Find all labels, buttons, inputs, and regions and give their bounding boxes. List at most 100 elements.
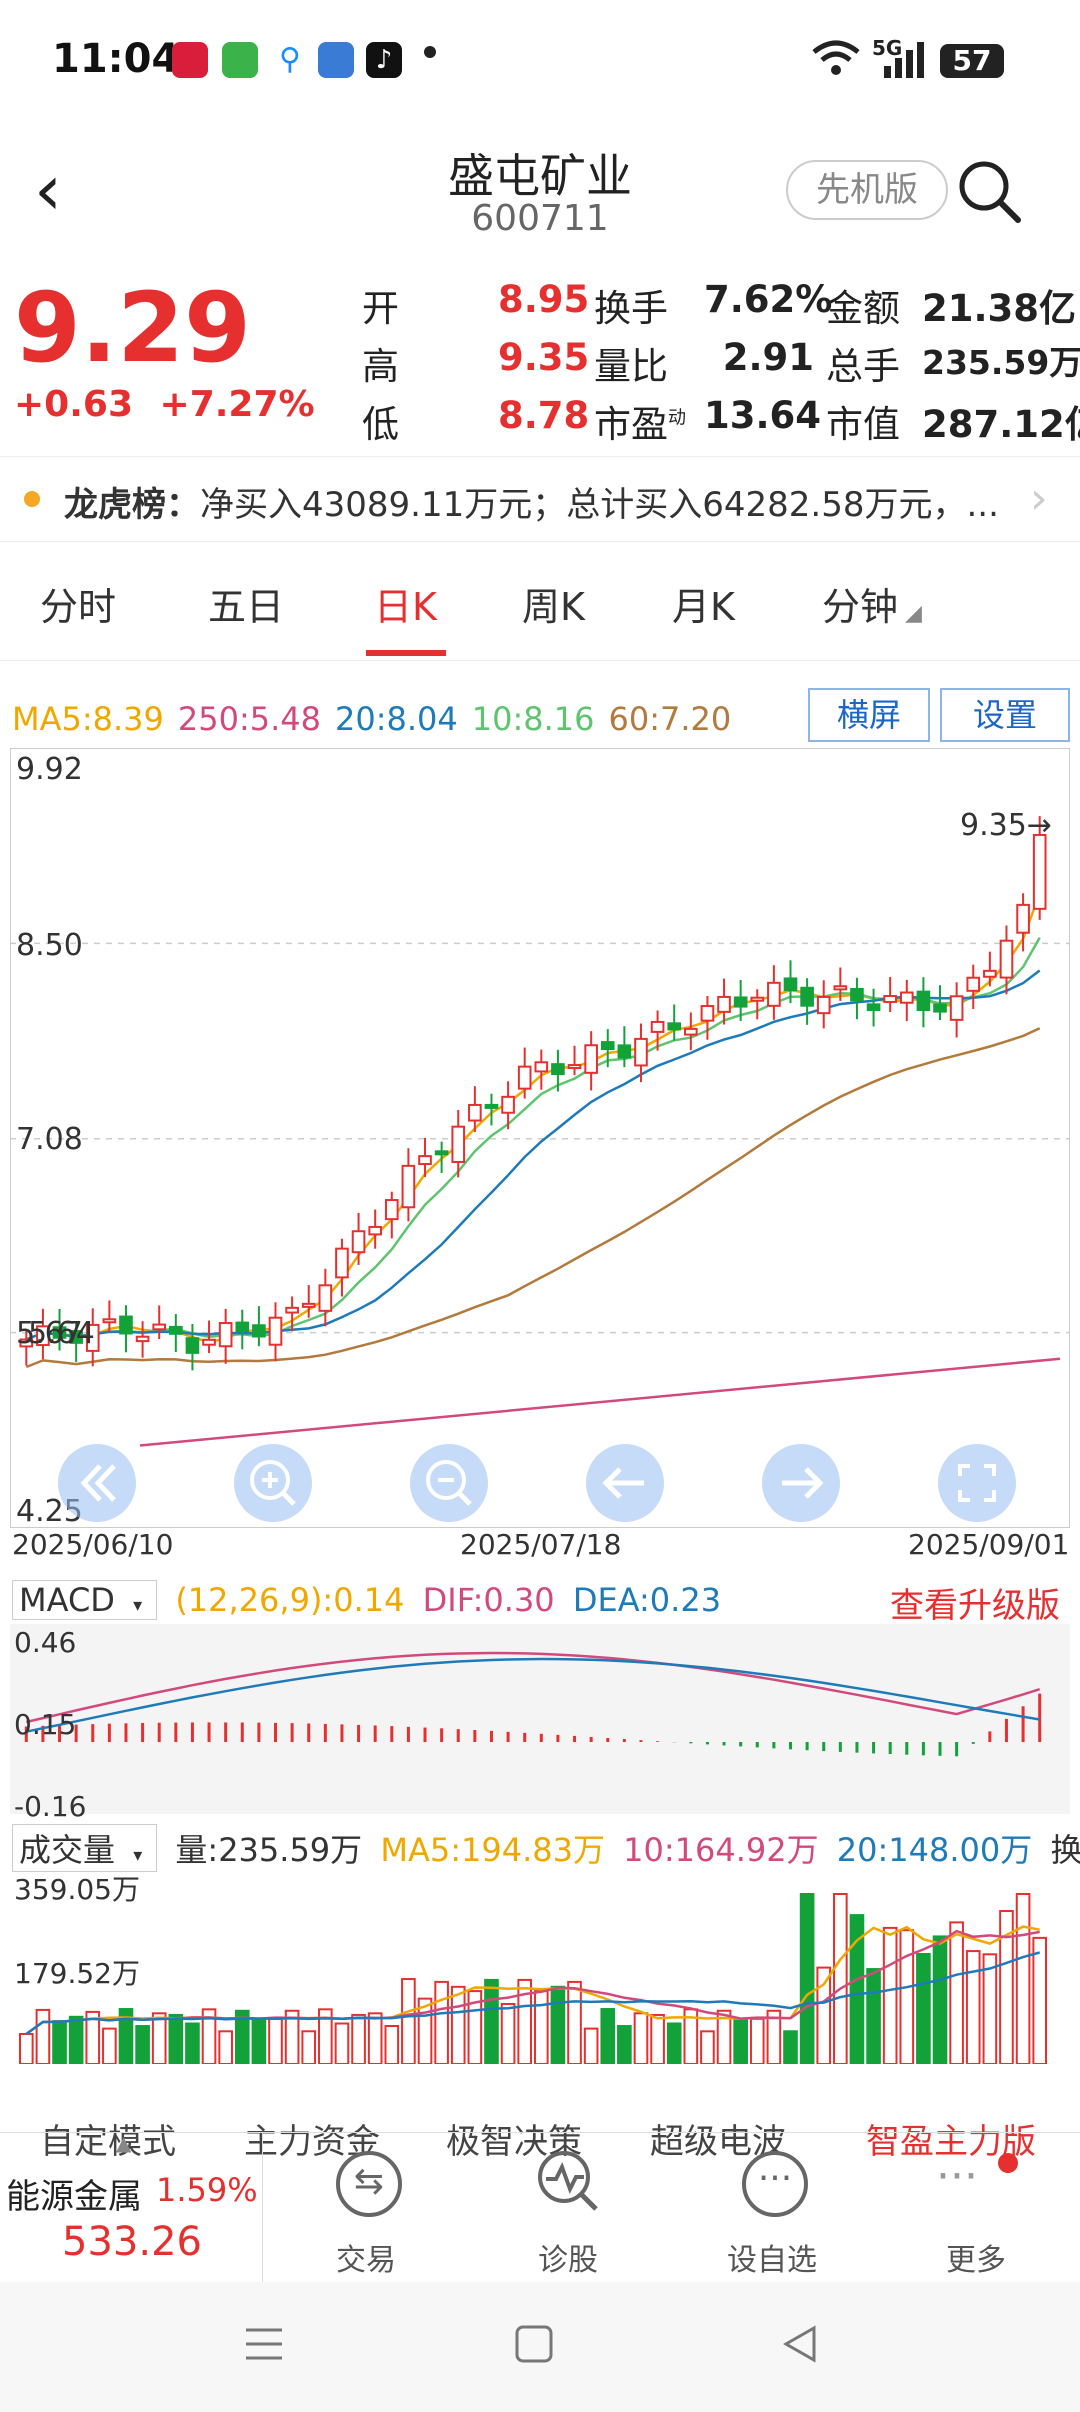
kline-chart[interactable]: [10, 748, 1070, 1528]
volume-bar: [882, 1926, 898, 2064]
fast-rewind-icon: [80, 1464, 116, 1502]
x-date-start: 2025/06/10: [12, 1528, 174, 1561]
scroll-right-button[interactable]: [762, 1444, 840, 1522]
candle-body: [816, 995, 831, 1015]
tab-daily-k[interactable]: 日K: [374, 576, 437, 631]
zoom-in-button[interactable]: [234, 1444, 312, 1522]
zoom-out-button[interactable]: [410, 1444, 488, 1522]
more-dots-icon: ···: [742, 2151, 808, 2217]
candle-body: [650, 1020, 665, 1033]
macd-y-mid: 0.15: [14, 1708, 77, 1741]
menu-icon[interactable]: [244, 2324, 284, 2364]
pe-value: 13.64: [704, 394, 822, 437]
sector-name: 能源金属: [6, 2177, 142, 2217]
candle-body: [850, 987, 864, 1002]
volume-bar: [866, 1968, 881, 2064]
nav-add-watchlist-label: 设自选: [727, 2243, 817, 2278]
candle-body: [783, 977, 798, 992]
market-cap-label: 市值: [826, 403, 900, 446]
candle-body: [750, 996, 765, 1002]
candle-body: [999, 939, 1014, 979]
candle-body: [916, 990, 931, 1011]
nav-more[interactable]: ··· 更多: [906, 2133, 1046, 2283]
volume-bar: [816, 1966, 832, 2064]
pe-label-text: 市盈: [594, 403, 668, 446]
candle-body: [384, 1199, 399, 1221]
zoom-out-icon: [426, 1460, 472, 1506]
candle-body: [119, 1315, 133, 1335]
open-value: 8.95: [498, 278, 590, 321]
macd-selector[interactable]: MACD ▾: [12, 1580, 158, 1620]
back-nav-icon[interactable]: [780, 2324, 820, 2364]
candle-body: [966, 976, 981, 992]
volume-bar: [799, 1893, 815, 2064]
candle-body: [102, 1318, 117, 1324]
volume-selector[interactable]: 成交量 ▾: [12, 1824, 158, 1872]
tab-intraday[interactable]: 分时: [40, 576, 116, 631]
volume-bar: [151, 2012, 167, 2064]
home-icon[interactable]: [514, 2324, 554, 2364]
volume-bar: [52, 2020, 67, 2064]
macd-chart[interactable]: [10, 1624, 1070, 1814]
search-icon[interactable]: [954, 156, 1024, 226]
volume-bar: [384, 2025, 400, 2064]
system-nav-bar: [0, 2282, 1080, 2412]
zoom-in-icon: [250, 1460, 296, 1506]
dragon-tiger-text: 龙虎榜：净买入43089.11万元；总计买入64282.58万元，...: [64, 477, 1024, 526]
nav-add-watchlist[interactable]: ··· 设自选: [702, 2133, 842, 2283]
candle-body: [733, 996, 748, 1008]
quote-row-2: 高 9.35 量比 2.91 总手 235.59万: [362, 336, 1080, 392]
ma250-legend: 250:5.48: [177, 700, 321, 738]
dragon-tiger-bar[interactable]: 龙虎榜：净买入43089.11万元；总计买入64282.58万元，... ›: [0, 456, 1080, 542]
candle-body: [1016, 903, 1030, 934]
total-volume-label: 总手: [826, 345, 900, 388]
pe-label-sup: 动: [668, 407, 686, 429]
volume-bar: [268, 2017, 283, 2064]
high-mark-label: 9.35→: [960, 808, 1052, 843]
candle-body: [634, 1037, 648, 1067]
caret-up-icon: ▲: [116, 2131, 132, 2155]
fast-rewind-button[interactable]: [58, 1444, 136, 1522]
caret-down-icon: ▾: [133, 1595, 143, 1616]
low-label: 低: [362, 403, 399, 446]
tab-monthly-k[interactable]: 月K: [672, 576, 735, 631]
ma10-legend: 10:8.16: [471, 700, 595, 738]
volume-bar: [68, 2015, 84, 2064]
sector-index-box[interactable]: ▲ 能源金属 1.59% 533.26: [0, 2131, 263, 2283]
candle-body: [983, 969, 997, 978]
macd-dea: DEA:0.23: [572, 1581, 722, 1619]
volume-bar: [949, 1921, 964, 2064]
landscape-button[interactable]: 横屏: [808, 688, 930, 742]
open-label: 开: [362, 287, 399, 330]
tab-five-day[interactable]: 五日: [208, 576, 284, 631]
volume-chart[interactable]: [10, 1868, 1070, 2064]
pilot-version-button[interactable]: 先机版: [786, 160, 948, 220]
nav-trade[interactable]: ⇆ 交易: [296, 2133, 436, 2283]
chevron-right-icon: ›: [1030, 473, 1048, 524]
high-value: 9.35: [498, 336, 590, 379]
settings-button[interactable]: 设置: [940, 688, 1070, 742]
candle-body: [551, 1063, 565, 1076]
nav-diagnose[interactable]: 诊股: [498, 2133, 638, 2283]
change-percent: +7.27%: [159, 384, 315, 425]
candle-body: [800, 986, 814, 1007]
turnover-label: 换手: [594, 287, 668, 330]
volume-bar: [600, 2008, 616, 2064]
candle-body: [351, 1230, 366, 1254]
volume-bar: [550, 1985, 566, 2064]
total-volume-value: 235.59万: [922, 343, 1080, 382]
y-tick-3: 7.08: [16, 1122, 83, 1157]
wifi-icon: [812, 40, 860, 75]
candle-body: [202, 1338, 216, 1346]
view-upgrade-link[interactable]: 查看升级版: [890, 1578, 1060, 1627]
pe-label: 市盈动: [594, 394, 686, 448]
tab-minute[interactable]: 分钟 ◢: [822, 576, 922, 631]
tab-weekly-k[interactable]: 周K: [522, 576, 585, 631]
high-label: 高: [362, 345, 399, 388]
scroll-left-button[interactable]: [586, 1444, 664, 1522]
period-tabs: 分时 五日 日K 周K 月K 分钟 ◢: [0, 560, 1080, 661]
volume-bar: [218, 2030, 233, 2064]
current-price: 9.29: [14, 272, 251, 384]
macd-y-bottom: -0.16: [14, 1790, 87, 1823]
fullscreen-button[interactable]: [938, 1444, 1016, 1522]
